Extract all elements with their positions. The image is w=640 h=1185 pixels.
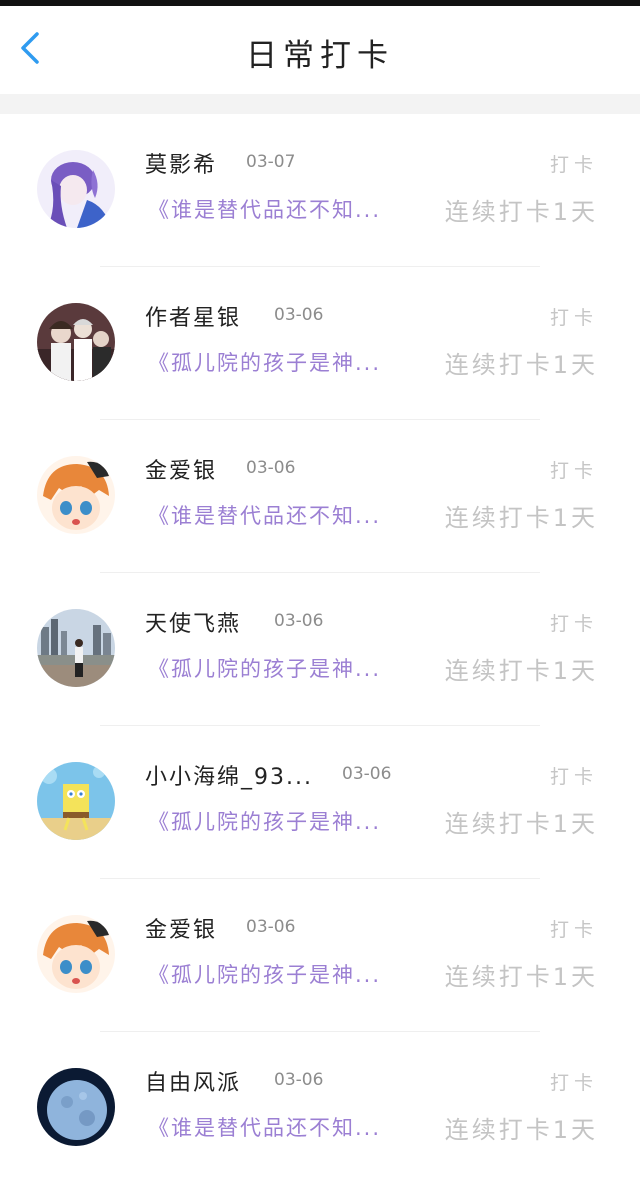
checkin-date: 03-06 [274,611,324,631]
checkin-action-label: 打卡 [549,919,598,941]
book-quote-link[interactable]: 《谁是替代品还不知... [148,194,381,224]
user-avatar[interactable] [37,609,115,687]
header-separator [0,94,640,114]
chevron-left-icon [19,31,41,69]
user-avatar[interactable] [37,303,115,381]
checkin-row[interactable]: 天使飞燕 03-06 打卡 《孤儿院的孩子是神... 连续打卡1天 [0,573,640,726]
navigation-bar: 日常打卡 [0,6,640,94]
checkin-streak: 连续打卡1天 [444,657,598,685]
user-name[interactable]: 金爱银 [145,912,217,944]
orange-hair-anime-avatar [37,915,115,993]
checkin-action-label: 打卡 [549,613,598,635]
page-title: 日常打卡 [246,38,394,74]
checkin-date: 03-07 [246,152,296,172]
user-avatar[interactable] [37,1068,115,1146]
user-name[interactable]: 金爱银 [145,453,217,485]
checkin-row[interactable]: 金爱银 03-06 打卡 《孤儿院的孩子是神... 连续打卡1天 [0,879,640,1032]
book-quote-link[interactable]: 《谁是替代品还不知... [148,1112,381,1142]
book-quote-link[interactable]: 《谁是替代品还不知... [148,500,381,530]
user-avatar[interactable] [37,915,115,993]
checkin-row[interactable]: 莫影希 03-07 打卡 《谁是替代品还不知... 连续打卡1天 [0,114,640,267]
spongebob-avatar [37,762,115,840]
user-avatar[interactable] [37,456,115,534]
back-button[interactable] [0,6,60,94]
checkin-row[interactable]: 作者星银 03-06 打卡 《孤儿院的孩子是神... 连续打卡1天 [0,267,640,420]
moon-avatar [37,1068,115,1146]
city-photo-avatar [37,609,115,687]
user-avatar[interactable] [37,762,115,840]
orange-hair-anime-avatar [37,456,115,534]
user-name[interactable]: 小小海绵_93... [145,759,313,791]
checkin-action-label: 打卡 [549,766,598,788]
book-quote-link[interactable]: 《孤儿院的孩子是神... [148,959,381,989]
checkin-streak: 连续打卡1天 [444,810,598,838]
checkin-date: 03-06 [342,764,392,784]
user-name[interactable]: 作者星银 [145,300,241,332]
checkin-date: 03-06 [274,305,324,325]
checkin-streak: 连续打卡1天 [444,963,598,991]
book-quote-link[interactable]: 《孤儿院的孩子是神... [148,347,381,377]
checkin-action-label: 打卡 [549,154,598,176]
book-quote-link[interactable]: 《孤儿院的孩子是神... [148,806,381,836]
checkin-date: 03-06 [246,458,296,478]
checkin-streak: 连续打卡1天 [444,351,598,379]
group-anime-avatar [37,303,115,381]
checkin-streak: 连续打卡1天 [444,504,598,532]
checkin-row[interactable]: 金爱银 03-06 打卡 《谁是替代品还不知... 连续打卡1天 [0,420,640,573]
checkin-row[interactable]: 小小海绵_93... 03-06 打卡 《孤儿院的孩子是神... 连续打卡1天 [0,726,640,879]
user-name[interactable]: 天使飞燕 [145,606,241,638]
checkin-row[interactable]: 自由风派 03-06 打卡 《谁是替代品还不知... 连续打卡1天 [0,1032,640,1185]
user-name[interactable]: 莫影希 [145,147,217,179]
checkin-date: 03-06 [246,917,296,937]
book-quote-link[interactable]: 《孤儿院的孩子是神... [148,653,381,683]
user-avatar[interactable] [37,150,115,228]
checkin-streak: 连续打卡1天 [444,1116,598,1144]
checkin-action-label: 打卡 [549,307,598,329]
checkin-action-label: 打卡 [549,460,598,482]
checkin-date: 03-06 [274,1070,324,1090]
checkin-action-label: 打卡 [549,1072,598,1094]
checkin-streak: 连续打卡1天 [444,198,598,226]
user-name[interactable]: 自由风派 [145,1065,241,1097]
anime-purple-hair-avatar [37,150,115,228]
